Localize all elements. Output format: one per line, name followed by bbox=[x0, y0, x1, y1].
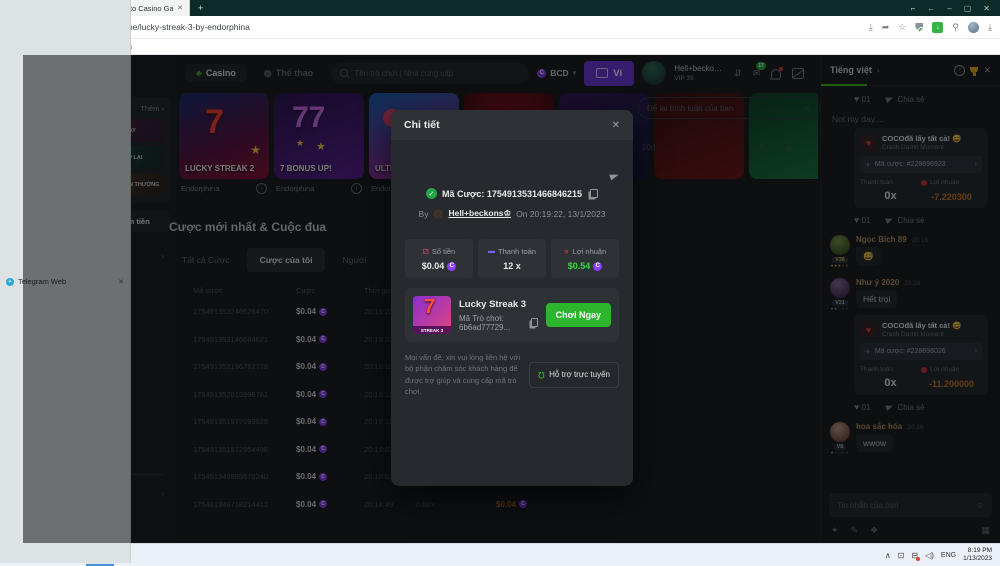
mini-avatar bbox=[433, 209, 443, 219]
download-button[interactable]: ↓ bbox=[932, 22, 943, 33]
game-name: Lucky Streak 3 bbox=[459, 299, 538, 310]
window-controls: ⌐ ← – ▢ ✕ bbox=[901, 0, 1000, 16]
share-icon[interactable]: ➦ bbox=[882, 22, 890, 33]
bookmarks-bar: M Gmail ▶ YouTube Maps bbox=[0, 39, 1000, 55]
close-tab-icon[interactable]: ✕ bbox=[177, 4, 183, 12]
save-page-icon[interactable]: ⤓ bbox=[869, 22, 873, 33]
tab-search-icon[interactable]: ⌐ bbox=[911, 4, 916, 13]
new-tab-button[interactable]: + bbox=[190, 0, 211, 16]
profile-avatar[interactable] bbox=[968, 22, 979, 33]
live-support-button[interactable]: Ω Hỗ trợ trực tuyến bbox=[529, 362, 619, 388]
stat-profit: ✈Lợi nhuận $0.54 bbox=[551, 239, 619, 278]
bettor-username[interactable]: Hell+beckons♔ bbox=[448, 208, 511, 219]
game-id: Mã Trò chơi: 6b6ad77729... bbox=[459, 314, 528, 332]
stat-amount: ⚂Số tiền $0.04 bbox=[405, 239, 473, 278]
copy-icon[interactable] bbox=[531, 318, 537, 327]
adblock-shield-icon[interactable] bbox=[915, 23, 923, 32]
bet-id: 1754913531466846215 bbox=[487, 189, 582, 199]
play-now-button[interactable]: Chơi Ngay bbox=[546, 303, 611, 327]
browser-tab-bar: cốc cốc b BC.Game: Crypto Casino Ga ✕ $ … bbox=[0, 0, 1000, 16]
modal-title: Chi tiết bbox=[404, 119, 440, 131]
share-bet-icon[interactable] bbox=[610, 166, 619, 184]
display-icon[interactable]: ⊡ bbox=[898, 551, 905, 560]
system-tray: ∧ ⊡ ⊟ ◁) ENG 8:19 PM 1/13/2023 bbox=[885, 547, 1000, 564]
by-label: By bbox=[419, 209, 429, 219]
coin-icon bbox=[447, 262, 456, 271]
support-note: Mọi vấn đề, xin vui lòng liên hệ với bộ … bbox=[405, 352, 521, 397]
game-summary-card: 7 STREAK 3 Lucky Streak 3 Mã Trò chơi: 6… bbox=[405, 288, 619, 342]
notification-app-icon[interactable]: ⊟ bbox=[911, 551, 918, 560]
close-window-button[interactable]: ✕ bbox=[983, 4, 990, 13]
bet-timestamp: On 20:19:22, 13/1/2023 bbox=[516, 209, 605, 219]
minimize-button[interactable]: – bbox=[947, 4, 951, 13]
language-indicator[interactable]: ENG bbox=[941, 552, 956, 559]
bet-detail-modal: Chi tiết ✕ ✓ Mã Cược: 175491353146684621… bbox=[391, 110, 633, 486]
bookmark-star-icon[interactable]: ☆ bbox=[898, 22, 906, 33]
dice-icon: ⚂ bbox=[423, 248, 429, 256]
rocket-icon: ✈ bbox=[562, 247, 572, 257]
hidden-icons-chevron[interactable]: ∧ bbox=[885, 551, 891, 560]
copy-icon[interactable] bbox=[590, 189, 598, 198]
downloads-tray-icon[interactable]: ⤓ bbox=[988, 22, 992, 33]
wallet-icon: ▬ bbox=[488, 248, 495, 255]
stat-payout: ▬Thanh toán 12 x bbox=[478, 239, 546, 278]
taskbar-clock[interactable]: 8:19 PM 1/13/2023 bbox=[963, 547, 992, 564]
verified-check-icon: ✓ bbox=[426, 188, 437, 199]
bcgame-page: ☰ b BC.GAME Đặc quyền VIP của tôi Thêm ›… bbox=[23, 55, 1000, 543]
volume-icon[interactable]: ◁) bbox=[925, 551, 934, 560]
coin-icon bbox=[593, 262, 602, 271]
telegram-favicon: ✈ bbox=[6, 278, 14, 286]
modal-close-button[interactable]: ✕ bbox=[612, 120, 620, 131]
extensions-icon[interactable]: ⚲ bbox=[952, 22, 959, 33]
maximize-button[interactable]: ▢ bbox=[964, 4, 972, 13]
sidebar-toggle-icon[interactable]: ← bbox=[927, 4, 935, 13]
toolbar-icons: ⤓ ➦ ☆ ↓ ⚲ ⤓ bbox=[869, 22, 992, 33]
headset-icon: Ω bbox=[538, 370, 545, 380]
address-bar: ← → ↻ 🔒︎ bc.game/vi/game/lucky-streak-3-… bbox=[0, 16, 1000, 39]
game-thumbnail: 7 STREAK 3 bbox=[413, 296, 451, 334]
